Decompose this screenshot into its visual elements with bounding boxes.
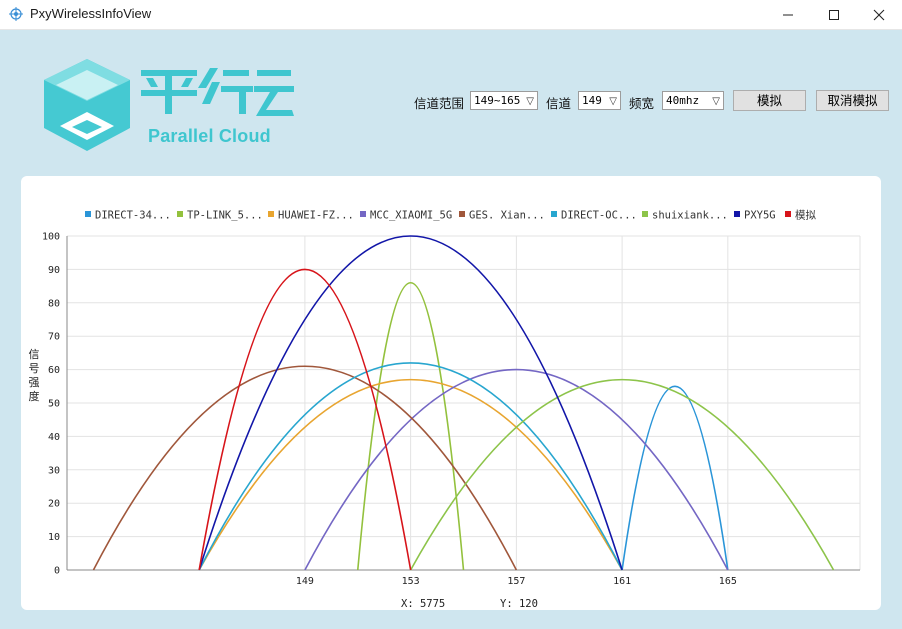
legend-label: 模拟 bbox=[795, 209, 816, 222]
y-tick-label: 20 bbox=[48, 499, 60, 510]
legend-swatch bbox=[268, 211, 274, 217]
legend-swatch bbox=[734, 211, 740, 217]
legend-swatch bbox=[177, 211, 183, 217]
x-tick-label: 157 bbox=[507, 576, 525, 587]
legend-label: MCC_XIAOMI_5G bbox=[370, 210, 452, 222]
legend-label: GES. Xian... bbox=[469, 210, 545, 222]
legend-swatch bbox=[551, 211, 557, 217]
y-tick-label: 0 bbox=[54, 566, 60, 577]
legend-swatch bbox=[642, 211, 648, 217]
legend-label: TP-LINK_5... bbox=[187, 210, 263, 222]
x-tick-label: 165 bbox=[719, 576, 737, 587]
x-tick-label: 149 bbox=[296, 576, 314, 587]
y-tick-label: 30 bbox=[48, 465, 60, 476]
x-tick-label: 153 bbox=[402, 576, 420, 587]
y-label-char: 号 bbox=[29, 362, 40, 375]
y-tick-label: 50 bbox=[48, 399, 60, 410]
chart-grid bbox=[67, 235, 861, 571]
y-tick-label: 90 bbox=[48, 265, 60, 276]
legend-label: shuixiank... bbox=[652, 210, 728, 222]
app-window: PxyWirelessInfoView Parallel Cloud 信道范围 … bbox=[0, 0, 902, 629]
legend-label: DIRECT-34... bbox=[95, 210, 171, 222]
y-coordinate-readout: Y: 120 bbox=[500, 598, 538, 610]
y-label-char: 度 bbox=[29, 389, 40, 403]
legend-swatch bbox=[85, 211, 91, 217]
legend-swatch bbox=[459, 211, 465, 217]
y-tick-label: 40 bbox=[48, 432, 60, 443]
x-tick-label: 161 bbox=[613, 576, 631, 587]
chart-axes: 0 10 20 30 40 50 60 70 80 90 100 149 153 157 161 165 bbox=[42, 232, 860, 587]
legend-label: DIRECT-OC... bbox=[561, 210, 637, 222]
y-tick-label: 70 bbox=[48, 332, 60, 343]
legend-swatch bbox=[785, 211, 791, 217]
y-label-char: 强 bbox=[29, 376, 40, 389]
y-tick-label: 100 bbox=[42, 232, 60, 243]
y-tick-label: 80 bbox=[48, 298, 60, 309]
x-coordinate-readout: X: 5775 bbox=[401, 598, 446, 610]
signal-chart: DIRECT-34... TP-LINK_5... HUAWEI-FZ... MCC_… bbox=[29, 209, 861, 587]
y-axis-label: 信号强度 bbox=[29, 348, 40, 403]
y-label-char: 信 bbox=[29, 348, 40, 361]
legend-swatch bbox=[360, 211, 366, 217]
y-tick-label: 10 bbox=[48, 532, 60, 543]
legend-label: HUAWEI-FZ... bbox=[278, 210, 354, 222]
y-tick-label: 60 bbox=[48, 365, 60, 376]
chart-legend: DIRECT-34... TP-LINK_5... HUAWEI-FZ... MCC_… bbox=[85, 209, 816, 222]
legend-label: PXY5G bbox=[744, 210, 776, 222]
